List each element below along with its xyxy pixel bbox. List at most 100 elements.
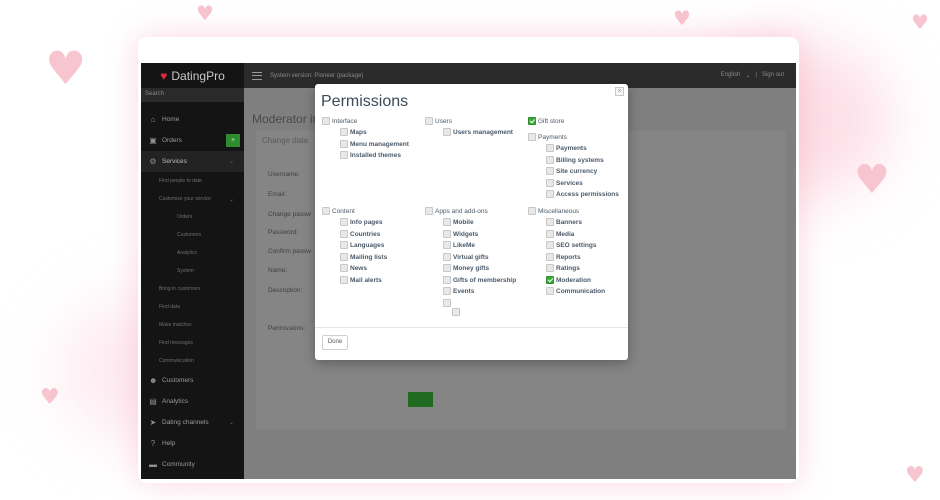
perm-likeme[interactable]: LikeMe (443, 241, 475, 249)
checkbox[interactable] (340, 241, 348, 249)
checkbox[interactable] (546, 144, 554, 152)
sidebar-subitem[interactable]: Bring in customers (141, 280, 244, 298)
perm-users[interactable]: Users (425, 117, 452, 125)
checkbox[interactable] (546, 230, 554, 238)
perm-moderation[interactable]: Moderation (546, 276, 591, 284)
perm-mailing-lists[interactable]: Mailing lists (340, 253, 387, 261)
checkbox-checked[interactable] (546, 276, 554, 284)
checkbox[interactable] (546, 264, 554, 272)
checkbox[interactable] (452, 308, 460, 316)
sidebar-subitem[interactable]: Customers (141, 226, 244, 244)
perm-access-permissions[interactable]: Access permissions (546, 190, 619, 198)
tab-change-data[interactable]: Change data (262, 136, 308, 145)
sidebar-item-home[interactable]: ⌂ Home (141, 109, 244, 130)
sidebar-item-orders[interactable]: ▣ Orders + (141, 130, 244, 151)
checkbox[interactable] (425, 207, 433, 215)
perm-events[interactable]: Events (443, 287, 474, 295)
perm-money-gifts[interactable]: Money gifts (443, 264, 489, 272)
checkbox[interactable] (443, 128, 451, 136)
sidebar-subitem[interactable]: Find people to date (141, 172, 244, 190)
perm-gift-store[interactable]: Gift store (528, 117, 564, 125)
checkbox[interactable] (546, 287, 554, 295)
done-button[interactable]: Done (322, 335, 348, 350)
checkbox[interactable] (322, 117, 330, 125)
checkbox[interactable] (340, 140, 348, 148)
sidebar-subitem[interactable]: Customize your service ⌄ (141, 190, 244, 208)
perm-content[interactable]: Content (322, 207, 355, 215)
checkbox[interactable] (546, 156, 554, 164)
sidebar-subitem[interactable]: System (141, 262, 244, 280)
perm-interface[interactable]: Interface (322, 117, 357, 125)
checkbox[interactable] (322, 207, 330, 215)
sidebar-item-dating-channels[interactable]: ➤ Dating channels ⌄ (141, 412, 244, 433)
sidebar-subitem[interactable]: Make matches (141, 316, 244, 334)
sidebar-item-help[interactable]: ? Help (141, 433, 244, 454)
perm-media[interactable]: Media (546, 230, 574, 238)
checkbox[interactable] (443, 241, 451, 249)
checkbox[interactable] (340, 264, 348, 272)
checkbox-checked[interactable] (528, 117, 536, 125)
perm-info-pages[interactable]: Info pages (340, 218, 383, 226)
checkbox[interactable] (546, 253, 554, 261)
perm-gifts-of-membership[interactable]: Gifts of membership (443, 276, 516, 284)
checkbox[interactable] (425, 117, 433, 125)
menu-icon[interactable] (252, 71, 262, 80)
perm-mail-alerts[interactable]: Mail alerts (340, 276, 382, 284)
perm-services[interactable]: Services (546, 179, 583, 187)
perm-unlabeled[interactable] (452, 308, 460, 316)
checkbox[interactable] (528, 133, 536, 141)
signout-link[interactable]: Sign out (762, 72, 784, 79)
sidebar-subitem[interactable]: Orders (141, 208, 244, 226)
checkbox[interactable] (443, 287, 451, 295)
perm-site-currency[interactable]: Site currency (546, 167, 597, 175)
checkbox[interactable] (340, 218, 348, 226)
sidebar-item-analytics[interactable]: ▤ Analytics (141, 391, 244, 412)
close-button[interactable]: × (615, 87, 624, 96)
checkbox[interactable] (340, 230, 348, 238)
checkbox[interactable] (443, 276, 451, 284)
perm-countries[interactable]: Countries (340, 230, 380, 238)
perm-miscellaneous[interactable]: Miscellaneous (528, 207, 579, 215)
checkbox[interactable] (340, 151, 348, 159)
perm-mobile[interactable]: Mobile (443, 218, 474, 226)
checkbox[interactable] (340, 128, 348, 136)
perm-virtual-gifts[interactable]: Virtual gifts (443, 253, 489, 261)
add-order-button[interactable]: + (226, 134, 240, 147)
checkbox[interactable] (443, 230, 451, 238)
sidebar-subitem[interactable]: Find data (141, 298, 244, 316)
perm-languages[interactable]: Languages (340, 241, 384, 249)
sidebar-item-community[interactable]: ▬ Community (141, 454, 244, 475)
perm-banners[interactable]: Banners (546, 218, 582, 226)
perm-users-management[interactable]: Users management (443, 128, 513, 136)
language-select[interactable]: English (721, 72, 741, 79)
save-button[interactable] (408, 392, 433, 407)
checkbox[interactable] (546, 218, 554, 226)
checkbox[interactable] (443, 264, 451, 272)
perm-ratings[interactable]: Ratings (546, 264, 580, 272)
perm-maps[interactable]: Maps (340, 128, 367, 136)
perm-apps[interactable]: Apps and add-ons (425, 207, 488, 215)
checkbox[interactable] (546, 179, 554, 187)
perm-reports[interactable]: Reports (546, 253, 581, 261)
perm-installed-themes[interactable]: Installed themes (340, 151, 401, 159)
perm-widgets[interactable]: Widgets (443, 230, 478, 238)
sidebar-subitem[interactable]: Analytics (141, 244, 244, 262)
checkbox[interactable] (528, 207, 536, 215)
checkbox[interactable] (546, 167, 554, 175)
sidebar-search-input[interactable]: Search (141, 88, 244, 102)
perm-communication[interactable]: Communication (546, 287, 605, 295)
checkbox[interactable] (546, 241, 554, 249)
checkbox[interactable] (443, 299, 451, 307)
sidebar-item-services[interactable]: ⚙ Services ⌄ (141, 151, 244, 172)
perm-payments-sub[interactable]: Payments (546, 144, 587, 152)
perm-menu-management[interactable]: Menu management (340, 140, 409, 148)
sidebar-subitem[interactable]: Communication (141, 352, 244, 370)
checkbox[interactable] (546, 190, 554, 198)
perm-news[interactable]: News (340, 264, 367, 272)
checkbox[interactable] (340, 276, 348, 284)
perm-unlabeled[interactable] (443, 299, 451, 307)
checkbox[interactable] (340, 253, 348, 261)
sidebar-item-customers[interactable]: ☻ Customers (141, 370, 244, 391)
perm-billing-systems[interactable]: Billing systems (546, 156, 604, 164)
perm-seo-settings[interactable]: SEO settings (546, 241, 596, 249)
